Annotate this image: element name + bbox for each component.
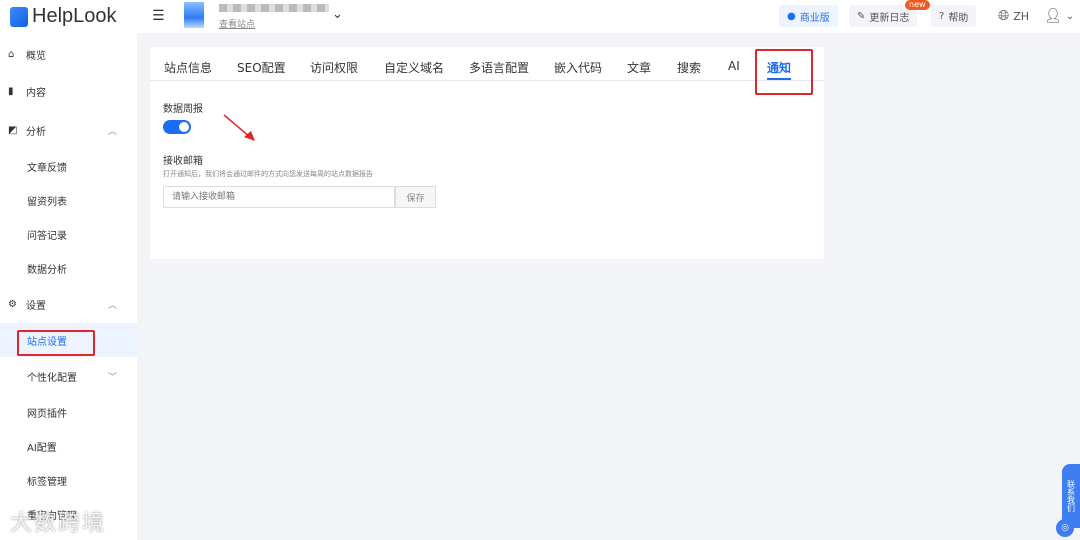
tab-access[interactable]: 访问权限 <box>310 59 358 76</box>
sidebar-item-web-plugin[interactable]: 网页插件 <box>0 395 137 429</box>
tab-bar: 站点信息 SEO配置 访问权限 自定义域名 多语言配置 嵌入代码 文章 搜索 A… <box>150 47 824 81</box>
highlight-box-notifications-tab <box>755 49 813 95</box>
logo-icon <box>10 6 28 27</box>
question-icon: ? <box>939 10 945 22</box>
book-icon: ▮ <box>8 85 14 97</box>
language-button[interactable]: 🌐︎ ZH <box>990 5 1037 27</box>
tab-ai[interactable]: AI <box>728 59 740 73</box>
email-label: 接收邮箱 <box>163 156 203 167</box>
chevron-up-icon: ︿ <box>107 126 117 137</box>
tab-seo[interactable]: SEO配置 <box>237 59 286 76</box>
sidebar-item-qa[interactable]: 问答记录 <box>0 217 137 251</box>
site-name-blurred <box>219 4 329 12</box>
tab-custom-domain[interactable]: 自定义域名 <box>384 59 444 76</box>
logo[interactable]: HelpLook <box>10 5 117 28</box>
sidebar-item-personalization[interactable]: 个性化配置 ﹀ <box>0 359 137 393</box>
chevron-down-icon: ﹀ <box>107 372 117 383</box>
email-hint: 打开通知后，我们将会通过邮件的方式向您发送每周的站点数据报告 <box>163 170 373 178</box>
chat-icon[interactable]: ◎ <box>1056 519 1074 537</box>
watermark: 大数跨境 <box>10 511 107 536</box>
email-input[interactable] <box>163 186 395 208</box>
business-plan-button[interactable]: ● 商业版 <box>779 5 838 27</box>
user-menu[interactable]: 👤︎ ⌄ <box>1036 5 1080 27</box>
tab-embed-code[interactable]: 嵌入代码 <box>554 59 602 76</box>
tab-search[interactable]: 搜索 <box>677 59 701 76</box>
check-circle-icon: ● <box>787 10 796 22</box>
view-site-link[interactable]: 查看站点 <box>219 17 255 30</box>
tab-multilang[interactable]: 多语言配置 <box>469 59 529 76</box>
chart-icon: ◩ <box>8 124 18 136</box>
highlight-box-site-settings <box>17 330 95 356</box>
save-button[interactable]: 保存 <box>395 186 436 208</box>
chevron-down-icon[interactable]: ⌄ <box>332 7 343 22</box>
sidebar-item-data-analysis[interactable]: 数据分析 <box>0 251 137 285</box>
tab-site-info[interactable]: 站点信息 <box>164 59 212 76</box>
user-icon: 👤︎ <box>1044 8 1062 24</box>
red-arrow-annotation <box>223 114 255 141</box>
globe-icon: 🌐︎ <box>998 8 1010 24</box>
top-bar: HelpLook ☰ 查看站点 ⌄ ● 商业版 ✎ 更新日志 new ? 帮助 🌐︎ Z… <box>0 0 1080 33</box>
weekly-report-toggle[interactable] <box>163 120 191 134</box>
help-button[interactable]: ? 帮助 <box>931 5 977 27</box>
edit-icon: ✎ <box>857 10 866 22</box>
new-badge: new <box>905 0 930 10</box>
weekly-report-label: 数据周报 <box>163 104 203 115</box>
gear-icon: ⚙ <box>8 298 17 310</box>
sidebar-item-settings[interactable]: ⚙ 设置 ︿ <box>0 287 137 321</box>
sidebar-item-feedback[interactable]: 文章反馈 <box>0 149 137 183</box>
sidebar-item-content[interactable]: ▮ 内容 <box>0 74 137 108</box>
sidebar-item-overview[interactable]: ⌂ 概览 <box>0 37 137 71</box>
chevron-up-icon: ︿ <box>107 300 117 311</box>
home-icon: ⌂ <box>8 48 15 60</box>
tab-articles[interactable]: 文章 <box>627 59 651 76</box>
menu-toggle-icon[interactable]: ☰ <box>152 8 165 24</box>
sidebar: ⌂ 概览 ▮ 内容 ◩ 分析 ︿ 文章反馈 留资列表 问答记录 数据分析 ⚙ 设置 ︿ 站点… <box>0 33 137 540</box>
sidebar-item-analytics[interactable]: ◩ 分析 ︿ <box>0 113 137 147</box>
sidebar-item-leads[interactable]: 留资列表 <box>0 183 137 217</box>
sidebar-item-tags[interactable]: 标签管理 <box>0 463 137 497</box>
sidebar-item-ai-config[interactable]: AI配置 <box>0 429 137 463</box>
chevron-down-icon: ⌄ <box>1065 10 1075 22</box>
site-thumbnail <box>184 2 204 28</box>
settings-card: 站点信息 SEO配置 访问权限 自定义域名 多语言配置 嵌入代码 文章 搜索 A… <box>150 47 824 259</box>
